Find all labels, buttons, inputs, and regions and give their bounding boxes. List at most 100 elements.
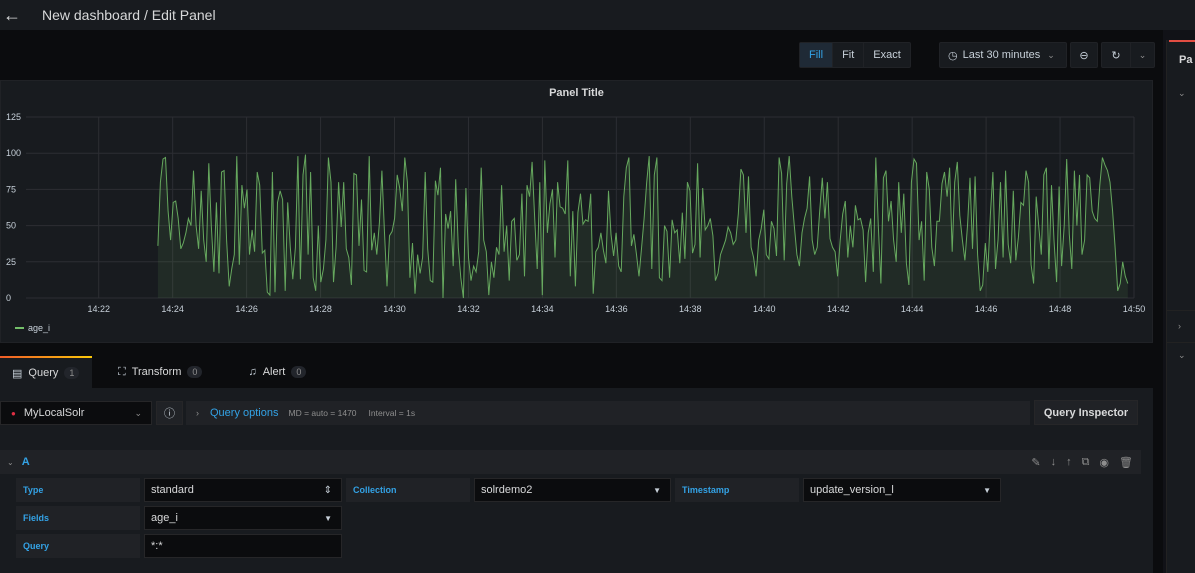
collection-label: Collection xyxy=(346,478,470,502)
query-options-label: Query options xyxy=(210,407,279,419)
editor-tabs: ▤ Query 1 ⛶ Transform 0 ♫ Alert 0 xyxy=(0,356,318,388)
query-options-toggle[interactable]: › Query options MD = auto = 1470 Interva… xyxy=(186,401,1030,425)
view-mode-group: Fill Fit Exact xyxy=(799,42,911,68)
arrow-left-icon[interactable]: ← xyxy=(3,5,27,26)
legend-item[interactable]: age_i xyxy=(15,323,50,333)
refresh-interval-dropdown[interactable]: ⌄ xyxy=(1131,43,1154,67)
fit-button[interactable]: Fit xyxy=(833,43,865,67)
x-tick-label: 14:26 xyxy=(235,304,258,314)
y-tick-label: 100 xyxy=(6,148,21,158)
refresh-icon: ↻ xyxy=(1111,49,1121,62)
x-tick-label: 14:24 xyxy=(161,304,184,314)
x-tick-label: 14:42 xyxy=(827,304,850,314)
x-tick-label: 14:48 xyxy=(1049,304,1072,314)
graph-chart: 0 25 50 75 100 125 14:22 14:24 14:26 14:28 14:30 14… xyxy=(6,112,1146,314)
query-input[interactable]: *:* xyxy=(144,534,342,558)
y-tick-label: 25 xyxy=(6,257,16,267)
divider xyxy=(1167,342,1195,343)
tab-count: 0 xyxy=(291,366,307,378)
tab-count: 0 xyxy=(187,366,203,378)
x-tick-label: 14:28 xyxy=(309,304,332,314)
datasource-name: MyLocalSolr xyxy=(23,407,85,419)
chevron-right-icon: › xyxy=(196,408,199,418)
help-button[interactable]: ⓘ xyxy=(156,401,183,425)
clock-icon: ◷ xyxy=(948,49,958,62)
edit-icon[interactable]: ✎ xyxy=(1031,456,1040,469)
chevron-down-icon[interactable]: ⌄ xyxy=(7,458,14,467)
interval: Interval = 1s xyxy=(368,408,416,418)
arrow-down-icon[interactable]: ↓ xyxy=(1051,456,1057,469)
refresh-button[interactable]: ↻ xyxy=(1102,43,1131,67)
timestamp-value: update_version_l xyxy=(810,484,894,496)
caret-down-icon: ▼ xyxy=(653,485,661,495)
eye-icon[interactable]: ◉ xyxy=(1099,456,1109,469)
tab-label: Alert xyxy=(262,366,286,378)
x-tick-label: 14:40 xyxy=(753,304,776,314)
zoom-out-button[interactable]: ⊖ xyxy=(1070,42,1098,68)
y-tick-label: 75 xyxy=(6,184,16,194)
arrow-up-icon[interactable]: ↑ xyxy=(1066,456,1072,469)
tab-label: Transform xyxy=(131,366,182,378)
transform-icon: ⛶ xyxy=(118,365,126,378)
time-picker-group: ◷ Last 30 minutes ⌄ ⊖ ↻ ⌄ xyxy=(939,42,1155,68)
collection-value: solrdemo2 xyxy=(481,484,533,496)
timestamp-label: Timestamp xyxy=(675,478,799,502)
caret-down-icon: ▼ xyxy=(324,513,332,523)
tab-label: Query xyxy=(28,367,59,379)
time-range-label: Last 30 minutes xyxy=(962,49,1041,61)
x-tick-label: 14:30 xyxy=(383,304,406,314)
time-range-picker[interactable]: ◷ Last 30 minutes ⌄ xyxy=(939,42,1067,68)
collection-select[interactable]: solrdemo2 ▼ xyxy=(474,478,671,502)
options-pane: Pa ⌄ › ⌄ xyxy=(1166,40,1195,573)
options-pane-tab[interactable]: Pa xyxy=(1179,54,1192,66)
x-tick-label: 14:46 xyxy=(975,304,998,314)
tab-query[interactable]: ▤ Query 1 xyxy=(0,356,92,388)
x-tick-label: 14:22 xyxy=(87,304,110,314)
query-ref-id: A xyxy=(21,456,30,468)
chevron-down-icon[interactable]: ⌄ xyxy=(1178,350,1186,361)
y-tick-label: 0 xyxy=(6,293,11,303)
query-value: *:* xyxy=(151,540,163,552)
bell-icon: ♫ xyxy=(248,366,257,378)
duplicate-icon[interactable]: ⧉ xyxy=(1082,456,1090,469)
graph-panel: Panel Title 0 25 50 75 100 125 14:22 14:24 14:26… xyxy=(0,80,1153,343)
tab-alert[interactable]: ♫ Alert 0 xyxy=(236,356,318,388)
x-tick-label: 14:36 xyxy=(605,304,628,314)
trash-icon[interactable]: 🗑 xyxy=(1119,456,1133,469)
chevron-down-icon[interactable]: ⌄ xyxy=(1178,88,1186,99)
legend-swatch xyxy=(15,327,24,329)
query-row-header[interactable]: ⌄ A ✎ ↓ ↑ ⧉ ◉ 🗑 xyxy=(0,450,1141,474)
type-label: Type xyxy=(16,478,140,502)
x-tick-label: 14:38 xyxy=(679,304,702,314)
chevron-right-icon[interactable]: › xyxy=(1178,321,1181,331)
page-title: New dashboard / Edit Panel xyxy=(42,7,216,23)
tab-transform[interactable]: ⛶ Transform 0 xyxy=(106,356,214,388)
fields-select[interactable]: age_i ▼ xyxy=(144,506,342,530)
type-select[interactable]: standard ⇕ xyxy=(144,478,342,502)
query-inspector-button[interactable]: Query Inspector xyxy=(1034,400,1138,425)
max-data-points: MD = auto = 1470 xyxy=(288,408,357,418)
type-value: standard xyxy=(151,484,194,496)
x-tick-label: 14:44 xyxy=(901,304,924,314)
question-circle-icon: ⓘ xyxy=(164,408,175,420)
tab-count: 1 xyxy=(64,367,80,379)
query-editor: ● MyLocalSolr ⌄ ⓘ › Query options MD = a… xyxy=(0,388,1153,573)
datasource-picker[interactable]: ● MyLocalSolr ⌄ xyxy=(0,401,152,425)
caret-down-icon: ▼ xyxy=(983,485,991,495)
fields-label: Fields xyxy=(16,506,140,530)
datasource-icon: ● xyxy=(11,408,16,418)
updown-icon: ⇕ xyxy=(323,484,332,496)
chevron-down-icon: ⌄ xyxy=(1138,49,1147,60)
x-tick-label: 14:34 xyxy=(531,304,554,314)
fill-button[interactable]: Fill xyxy=(800,43,834,67)
active-indicator xyxy=(1169,40,1195,42)
fields-value: age_i xyxy=(151,512,178,524)
chevron-down-icon: ⌄ xyxy=(134,407,142,418)
exact-button[interactable]: Exact xyxy=(864,43,910,67)
x-tick-label: 14:32 xyxy=(457,304,480,314)
y-tick-label: 125 xyxy=(6,112,21,122)
x-tick-label: 14:50 xyxy=(1123,304,1146,314)
database-icon: ▤ xyxy=(12,367,23,380)
timestamp-select[interactable]: update_version_l ▼ xyxy=(803,478,1001,502)
top-bar: ← New dashboard / Edit Panel xyxy=(0,0,1195,30)
